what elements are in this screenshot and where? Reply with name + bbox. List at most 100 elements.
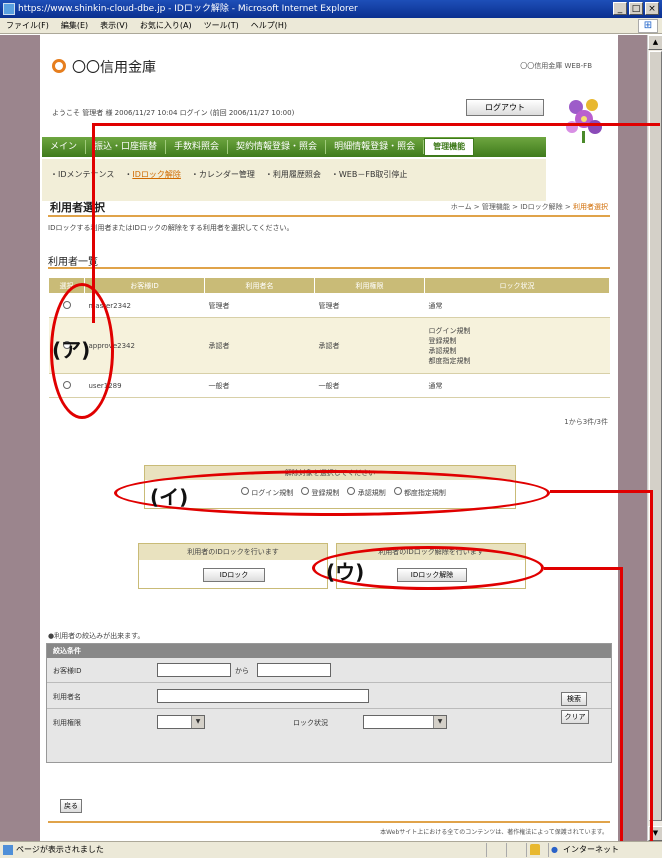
zone-indicator: インターネット bbox=[548, 843, 658, 857]
window-buttons: _ □ × bbox=[613, 2, 659, 15]
menu-favorites[interactable]: お気に入り(A) bbox=[140, 20, 192, 31]
window-titlebar: https://www.shinkin-cloud-dbe.jp - IDロック… bbox=[0, 0, 662, 18]
divider bbox=[48, 821, 610, 823]
status-bar: ページが表示されました インターネット bbox=[0, 841, 662, 858]
breadcrumb-current: 利用者選択 bbox=[573, 203, 608, 211]
subnav-webfb-stop[interactable]: ・WEB－FB取引停止 bbox=[331, 169, 408, 180]
col-user-name: 利用者名 bbox=[204, 277, 315, 294]
lock-status-line: 都度指定規制 bbox=[428, 356, 471, 365]
subnav-calendar[interactable]: ・カレンダー管理 bbox=[191, 169, 255, 180]
cell-lock-status: 通常 bbox=[424, 373, 610, 398]
breadcrumb: ホーム > 管理機能 > IDロック解除 > 利用者選択 bbox=[451, 202, 608, 212]
range-separator: から bbox=[235, 667, 249, 675]
id-lock-button[interactable]: IDロック bbox=[203, 568, 265, 582]
bank-service-name: 〇〇信用金庫 WEB-FB bbox=[520, 62, 592, 70]
lock-box: 利用者のIDロックを行います IDロック bbox=[138, 543, 328, 589]
annotation-a-label: (ア) bbox=[52, 338, 91, 362]
logout-button[interactable]: ログアウト bbox=[466, 99, 544, 116]
cell-user-name: 管理者 bbox=[204, 293, 315, 318]
lock-box-header: 利用者のIDロックを行います bbox=[139, 544, 327, 560]
bank-logo-icon bbox=[52, 59, 66, 73]
main-nav: メイン 振込・口座振替 手数料照会 契約情報登録・照会 明細情報登録・照会 管理… bbox=[42, 137, 546, 157]
tab-main[interactable]: メイン bbox=[42, 140, 87, 154]
customer-id-to-input[interactable] bbox=[257, 663, 331, 677]
table-row: user1289 一般者 一般者 通常 bbox=[48, 373, 610, 398]
welcome-message: ようこそ 管理者 様 2006/11/27 10:04 ログイン (前回 200… bbox=[52, 109, 295, 117]
subnav-usage-history[interactable]: ・利用履歴照会 bbox=[265, 169, 321, 180]
annotation-line bbox=[544, 567, 622, 570]
window-title: https://www.shinkin-cloud-dbe.jp - IDロック… bbox=[18, 4, 358, 14]
col-lock-status: ロック状況 bbox=[424, 277, 610, 294]
divider bbox=[48, 267, 610, 269]
maximize-icon[interactable]: □ bbox=[629, 2, 643, 15]
breadcrumb-path: ホーム > 管理機能 > IDロック解除 > bbox=[450, 203, 573, 211]
tab-contract[interactable]: 契約情報登録・照会 bbox=[228, 140, 327, 154]
annotation-line bbox=[550, 490, 650, 493]
cell-lock-status: 通常 bbox=[424, 293, 610, 318]
customer-id-from-input[interactable] bbox=[157, 663, 231, 677]
col-role: 利用権限 bbox=[314, 277, 425, 294]
menu-help[interactable]: ヘルプ(H) bbox=[251, 20, 287, 31]
tab-statements[interactable]: 明細情報登録・照会 bbox=[326, 140, 425, 154]
lock-status-line: 登録規制 bbox=[428, 336, 457, 345]
tab-admin[interactable]: 管理機能 bbox=[424, 138, 475, 156]
subnav-id-maintenance[interactable]: ・IDメンテナンス bbox=[50, 169, 114, 180]
clear-button[interactable]: クリア bbox=[561, 710, 589, 724]
lock-status-line: ログイン規制 bbox=[428, 326, 471, 335]
divider bbox=[48, 215, 610, 217]
ssl-lock-icon bbox=[530, 844, 540, 855]
ie-icon bbox=[3, 3, 15, 15]
cell-user-name: 承認者 bbox=[204, 317, 315, 374]
search-row-role: 利用権限 ロック状況 bbox=[47, 712, 547, 732]
subnav-id-maintenance-label: IDメンテナンス bbox=[58, 170, 115, 179]
scroll-up-icon[interactable]: ▲ bbox=[648, 35, 662, 50]
user-name-input[interactable] bbox=[157, 689, 369, 703]
page-done-icon bbox=[3, 845, 13, 855]
search-panel: 絞込条件 お客様ID から 利用者名 利用権限 ロック状況 検索 クリア bbox=[46, 643, 612, 763]
cell-role: 一般者 bbox=[314, 373, 425, 398]
search-row-customer-id: お客様ID から bbox=[47, 660, 547, 680]
minimize-icon[interactable]: _ bbox=[613, 2, 627, 15]
annotation-line bbox=[620, 567, 623, 841]
menu-view[interactable]: 表示(V) bbox=[100, 20, 128, 31]
subnav-webfb-stop-label: WEB－FB取引停止 bbox=[338, 170, 408, 179]
cell-user-name: 一般者 bbox=[204, 373, 315, 398]
annotation-line bbox=[650, 490, 653, 841]
search-header: 絞込条件 bbox=[47, 644, 611, 658]
divider bbox=[47, 682, 611, 683]
close-icon[interactable]: × bbox=[645, 2, 659, 15]
cell-lock-status: ログイン規制 登録規制 承認規制 都度指定規制 bbox=[424, 317, 610, 374]
instruction-text: IDロックする利用者またはIDロックの解除をする利用者を選択してください。 bbox=[48, 224, 294, 232]
lock-status-line: 承認規制 bbox=[428, 346, 457, 355]
cell-role: 管理者 bbox=[314, 293, 425, 318]
bank-name: 〇〇信用金庫 bbox=[72, 60, 156, 76]
annotation-i-label: (イ) bbox=[150, 485, 189, 509]
menu-tools[interactable]: ツール(T) bbox=[204, 20, 239, 31]
menu-edit[interactable]: 編集(E) bbox=[61, 20, 88, 31]
web-page: 〇〇信用金庫 〇〇信用金庫 WEB-FB ようこそ 管理者 様 2006/11/… bbox=[40, 35, 618, 841]
tab-transfer[interactable]: 振込・口座振替 bbox=[86, 140, 167, 154]
role-label: 利用権限 bbox=[53, 719, 81, 727]
cell-role: 承認者 bbox=[314, 317, 425, 374]
footer-copyright: 本Webサイト上における全てのコンテンツは、著作権法によって保護されています。 bbox=[380, 829, 608, 836]
subnav-id-unlock-label: IDロック解除 bbox=[132, 170, 181, 179]
customer-id-label: お客様ID bbox=[53, 667, 82, 675]
role-select[interactable] bbox=[157, 715, 205, 729]
menu-file[interactable]: ファイル(F) bbox=[6, 20, 49, 31]
divider bbox=[47, 708, 611, 709]
lock-status-label: ロック状況 bbox=[293, 719, 328, 727]
lock-status-select[interactable] bbox=[363, 715, 447, 729]
menu-bar: ファイル(F) 編集(E) 表示(V) お気に入り(A) ツール(T) ヘルプ(… bbox=[0, 18, 662, 34]
tab-fees[interactable]: 手数料照会 bbox=[166, 140, 229, 154]
back-button[interactable]: 戻る bbox=[60, 799, 82, 813]
annotation-u-label: (ウ) bbox=[326, 560, 365, 584]
page-title: 利用者選択 bbox=[50, 201, 105, 214]
list-title: 利用者一覧 bbox=[48, 257, 98, 268]
user-name-label: 利用者名 bbox=[53, 693, 81, 701]
browser-viewport: 〇〇信用金庫 〇〇信用金庫 WEB-FB ようこそ 管理者 様 2006/11/… bbox=[0, 35, 662, 841]
table-row: approve2342 承認者 承認者 ログイン規制 登録規制 承認規制 都度指… bbox=[48, 317, 610, 374]
sub-nav: ・IDメンテナンス ・IDロック解除 ・カレンダー管理 ・利用履歴照会 ・WEB… bbox=[42, 159, 546, 201]
search-button[interactable]: 検索 bbox=[561, 692, 587, 706]
subnav-usage-history-label: 利用履歴照会 bbox=[272, 170, 321, 179]
subnav-id-unlock[interactable]: ・IDロック解除 bbox=[124, 169, 181, 180]
